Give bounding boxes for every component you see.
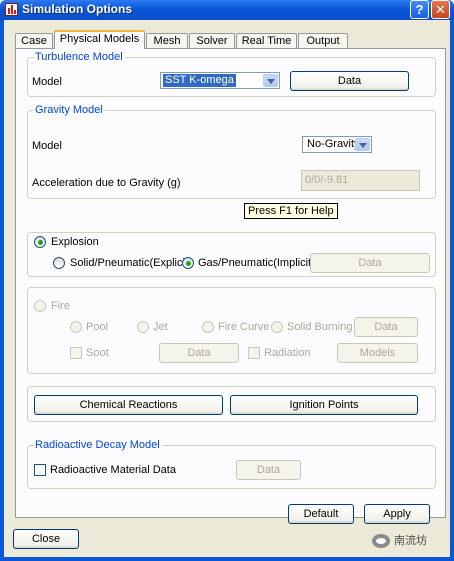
turbulence-model-value: SST K-omega [163, 74, 236, 87]
fire-label: Fire [51, 300, 70, 312]
reactions-group: Chemical Reactions Ignition Points [27, 386, 436, 422]
explosion-label: Explosion [51, 236, 99, 248]
tab-case[interactable]: Case [15, 33, 53, 48]
window-title: Simulation Options [22, 2, 132, 16]
tab-output[interactable]: Output [298, 33, 348, 48]
gas-pneumatic-radio[interactable] [182, 257, 194, 269]
soot-data-button[interactable]: Data [159, 343, 239, 363]
gravity-model-select[interactable]: No-Gravity [302, 136, 372, 153]
fire-radio[interactable] [34, 300, 46, 312]
radioactive-material-checkbox[interactable] [34, 464, 46, 476]
pool-label: Pool [86, 321, 109, 333]
gravity-model-label: Model [32, 140, 62, 152]
radioactive-decay-group: Radioactive Decay Model Radioactive Mate… [27, 439, 436, 489]
solid-burning-radio[interactable] [271, 321, 283, 333]
fire-curve-label: Fire Curve [218, 321, 270, 333]
title-bar[interactable]: Simulation Options ? ✕ [0, 0, 454, 20]
gravity-model-value: No-Gravity [307, 138, 360, 150]
soot-checkbox[interactable] [70, 347, 82, 359]
radiation-checkbox[interactable] [248, 347, 260, 359]
fire-group: Fire Pool Jet Fire Curve Solid Burning D… [27, 287, 436, 374]
turbulence-model-group: Turbulence Model Model SST K-omega Data [27, 51, 436, 97]
pool-radio[interactable] [70, 321, 82, 333]
app-icon [5, 3, 18, 16]
tab-real-time[interactable]: Real Time [236, 33, 297, 48]
solid-pneumatic-label: Solid/Pneumatic(Explicit) [70, 257, 192, 269]
solid-burning-label: Solid Burning [287, 321, 353, 333]
close-button[interactable]: Close [13, 529, 79, 549]
help-button[interactable]: ? [410, 0, 429, 19]
explosion-group: Explosion Solid/Pneumatic(Explicit) Gas/… [27, 232, 436, 277]
fire-curve-radio[interactable] [202, 321, 214, 333]
chevron-down-icon[interactable] [263, 74, 278, 87]
gravity-model-group: Gravity Model Model No-Gravity Accelerat… [27, 104, 436, 199]
turbulence-model-legend: Turbulence Model [33, 51, 125, 63]
fire-data-button[interactable]: Data [354, 317, 418, 337]
watermark-text: 南流坊 [394, 535, 427, 547]
gravity-model-legend: Gravity Model [33, 104, 105, 116]
radiation-models-button[interactable]: Models [337, 343, 418, 363]
explosion-data-button[interactable]: Data [310, 253, 430, 273]
tab-solver[interactable]: Solver [189, 33, 235, 48]
simulation-options-window: Simulation Options ? ✕ Case Physical Mod… [0, 0, 454, 561]
explosion-radio[interactable] [34, 236, 46, 248]
radiation-label: Radiation [264, 347, 311, 359]
radioactive-material-label: Radioactive Material Data [50, 464, 176, 476]
chemical-reactions-button[interactable]: Chemical Reactions [34, 395, 223, 415]
tab-mesh[interactable]: Mesh [146, 33, 188, 48]
ignition-points-button[interactable]: Ignition Points [230, 395, 418, 415]
solid-pneumatic-radio[interactable] [53, 257, 65, 269]
turbulence-data-button[interactable]: Data [290, 71, 409, 91]
soot-label: Soot [86, 347, 109, 359]
jet-label: Jet [153, 321, 168, 333]
watermark: 南流坊 [372, 532, 427, 549]
apply-button[interactable]: Apply [364, 504, 430, 524]
close-window-button[interactable]: ✕ [431, 0, 450, 19]
default-button[interactable]: Default [288, 504, 354, 524]
chevron-down-icon[interactable] [355, 138, 370, 151]
dialog-client: Case Physical Models Mesh Solver Real Ti… [4, 20, 450, 557]
chat-bubble-icon [372, 534, 390, 549]
gravity-acceleration-label: Acceleration due to Gravity (g) [32, 177, 181, 189]
radioactive-decay-legend: Radioactive Decay Model [33, 439, 162, 451]
turbulence-model-select[interactable]: SST K-omega [160, 72, 280, 89]
turbulence-model-label: Model [32, 76, 62, 88]
physical-models-panel: Turbulence Model Model SST K-omega Data … [15, 48, 446, 524]
radioactive-data-button[interactable]: Data [236, 460, 301, 480]
jet-radio[interactable] [137, 321, 149, 333]
gas-pneumatic-label: Gas/Pneumatic(Implicit) [198, 257, 315, 269]
gravity-acceleration-field[interactable]: 0/0/-9.81 [301, 170, 420, 191]
tab-physical-models[interactable]: Physical Models [54, 30, 145, 49]
help-tooltip: Press F1 for Help [244, 203, 338, 219]
